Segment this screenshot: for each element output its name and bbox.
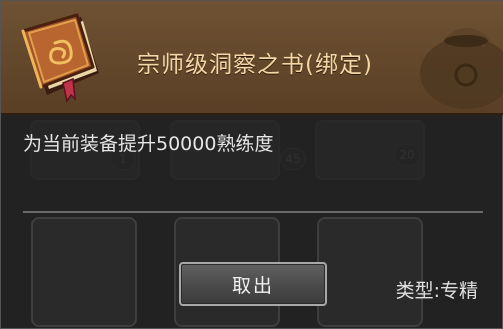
coin-sack-icon <box>420 28 503 109</box>
item-description: 为当前装备提升50000熟练度 <box>23 133 274 155</box>
book-icon <box>21 13 99 103</box>
item-type-label: 类型:专精 <box>395 280 478 302</box>
section-divider <box>23 211 483 213</box>
game-screen: 1 45 20 <box>0 0 503 329</box>
tooltip-header: 宗师级洞察之书(绑定) <box>1 1 503 115</box>
item-name: 宗师级洞察之书(绑定) <box>137 52 373 78</box>
item-slot[interactable] <box>31 217 137 327</box>
take-out-button[interactable]: 取出 <box>179 262 327 306</box>
item-slot[interactable] <box>317 217 423 327</box>
item-tooltip-panel: 宗师级洞察之书(绑定) 为当前装备提升50000熟练度 取出 类型:专精 <box>0 0 503 329</box>
